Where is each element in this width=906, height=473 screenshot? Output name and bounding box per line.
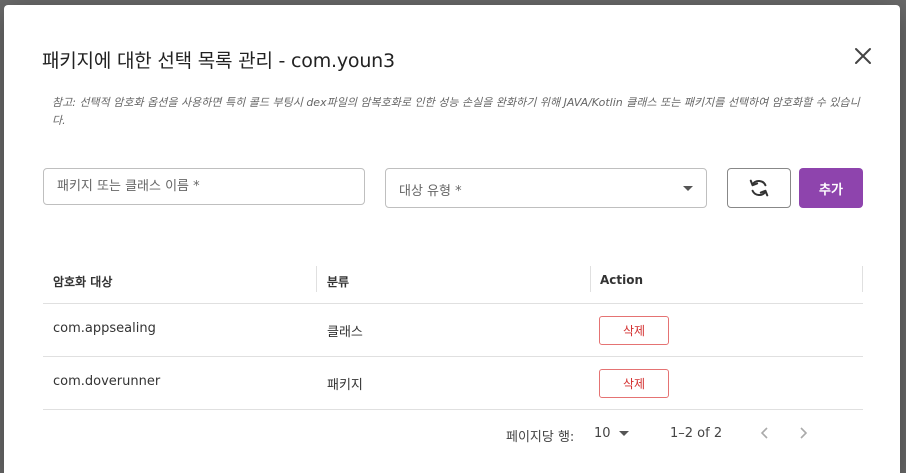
add-button[interactable]: 추가	[799, 168, 863, 208]
table-row: com.doverunner 패키지 삭제	[43, 357, 863, 410]
target-type-placeholder: 대상 유형 *	[399, 184, 462, 199]
name-field[interactable]	[43, 168, 365, 205]
info-note: 참고: 선택적 암호화 옵션을 사용하면 특히 콜드 부팅시 dex파일의 암복…	[52, 96, 860, 127]
header-target: 암호화 대상	[53, 275, 113, 289]
name-input[interactable]	[44, 169, 364, 204]
row-category: 패키지	[327, 378, 363, 393]
dropdown-caret-icon	[618, 431, 629, 436]
header-divider	[590, 266, 591, 292]
rows-per-page-label: 페이지당 행:	[506, 430, 575, 445]
row-target: com.doverunner	[53, 374, 161, 389]
header-category: 분류	[327, 275, 350, 289]
refresh-icon	[749, 179, 769, 197]
table-row: com.appsealing 클래스 삭제	[43, 304, 863, 357]
delete-button[interactable]: 삭제	[599, 369, 669, 398]
refresh-button[interactable]	[727, 168, 791, 208]
delete-button[interactable]: 삭제	[599, 316, 669, 345]
next-page-icon[interactable]	[796, 425, 810, 441]
target-type-select[interactable]: 대상 유형 *	[385, 168, 707, 208]
header-divider	[316, 266, 317, 292]
prev-page-icon[interactable]	[758, 425, 772, 441]
dropdown-caret-icon	[683, 186, 693, 191]
pagination: 페이지당 행: 10 1–2 of 2	[4, 421, 900, 445]
selection-table: 암호화 대상 분류 Action com.appsealing 클래스 삭제 c…	[43, 258, 863, 410]
row-category: 클래스	[327, 325, 363, 340]
dialog-title: 패키지에 대한 선택 목록 관리 - com.youn3	[42, 50, 395, 72]
rows-per-page-select[interactable]: 10	[594, 426, 629, 441]
header-divider	[862, 266, 863, 292]
selection-list-dialog: 패키지에 대한 선택 목록 관리 - com.youn3 참고: 선택적 암호화…	[4, 5, 900, 473]
rows-per-page-value: 10	[594, 426, 611, 441]
page-range: 1–2 of 2	[670, 426, 723, 441]
row-target: com.appsealing	[53, 321, 156, 336]
table-header: 암호화 대상 분류 Action	[43, 258, 863, 304]
close-icon[interactable]	[852, 45, 874, 67]
header-action: Action	[600, 273, 644, 287]
